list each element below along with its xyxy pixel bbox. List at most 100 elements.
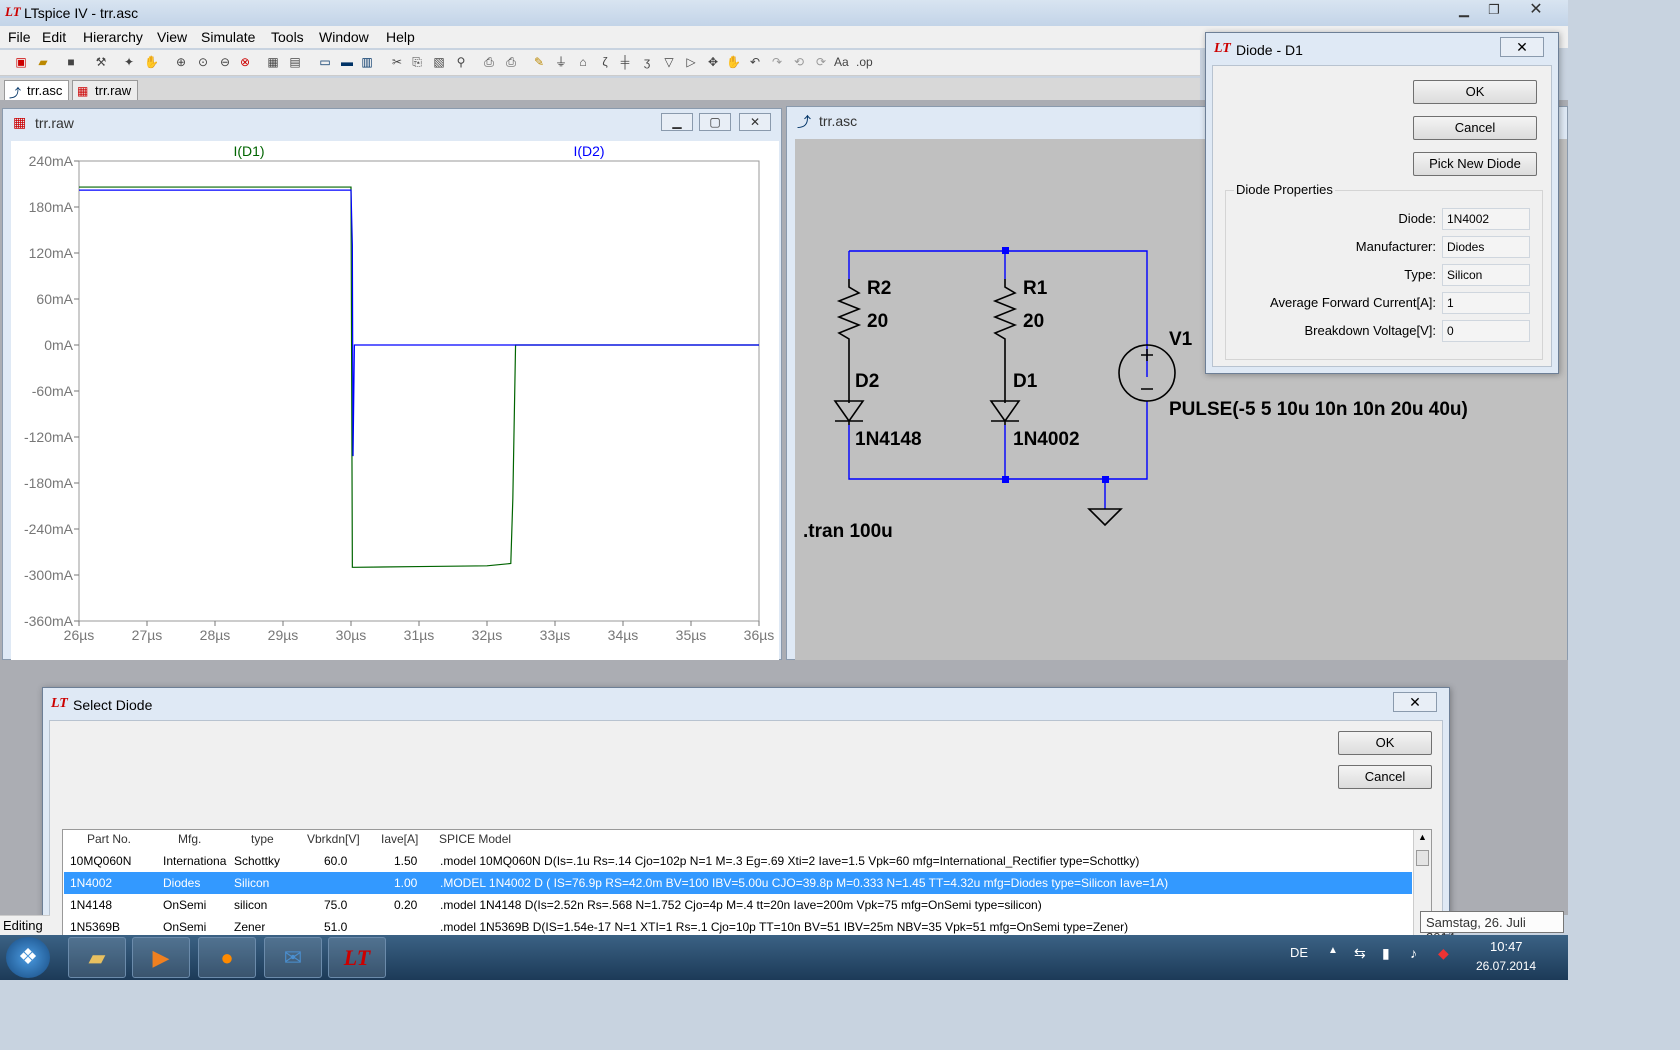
v1-label[interactable]: V1 [1169, 329, 1193, 350]
menu-view[interactable]: View [157, 29, 187, 45]
tran-directive[interactable]: .tran 100u [803, 521, 893, 542]
clock-date[interactable]: 26.07.2014 [1476, 959, 1536, 973]
v1-pulse[interactable]: PULSE(-5 5 10u 10n 10n 20u 40u) [1169, 399, 1468, 420]
col-part-no[interactable]: Part No. [87, 832, 131, 846]
ltspice-taskbar-icon[interactable]: LT [328, 937, 386, 978]
wire-top[interactable] [849, 250, 1148, 377]
close-button[interactable]: ✕ [1500, 37, 1544, 57]
tab-trr-raw[interactable]: ▦ trr.raw [72, 80, 139, 100]
restore-button[interactable]: ❐ [1480, 1, 1508, 19]
diode-d2[interactable] [833, 400, 865, 425]
mirror-icon[interactable]: ⟳ [814, 55, 828, 69]
type-field[interactable]: Silicon [1442, 264, 1530, 286]
undo-icon[interactable]: ↶ [748, 55, 762, 69]
ok-button[interactable]: OK [1413, 80, 1537, 104]
tile-horizontal-icon[interactable]: ▭ [318, 55, 332, 69]
language-indicator[interactable]: DE [1290, 945, 1308, 960]
trace-legend-label[interactable]: I(D1) [233, 143, 264, 159]
scroll-thumb[interactable] [1416, 850, 1429, 866]
scroll-up-icon[interactable]: ▲ [1418, 832, 1427, 842]
label-net-icon[interactable]: ⌂ [576, 55, 590, 69]
r1-value[interactable]: 20 [1023, 311, 1044, 332]
resistor-r1[interactable] [992, 279, 1018, 401]
move-icon[interactable]: ✥ [706, 55, 720, 69]
rotate-icon[interactable]: ⟲ [792, 55, 806, 69]
tab-trr-asc[interactable]: ⤴ trr.asc [4, 80, 70, 100]
antivirus-icon[interactable]: ◆ [1438, 945, 1449, 962]
diode-field[interactable]: 1N4002 [1442, 208, 1530, 230]
thunderbird-taskbar-icon[interactable]: ✉ [264, 937, 322, 978]
list-item[interactable]: 1N4148 OnSemi silicon 75.0 0.20 .model 1N4148… [64, 894, 1412, 916]
col-mfg[interactable]: Mfg. [178, 832, 201, 846]
ok-button[interactable]: OK [1338, 731, 1432, 755]
col-vbrkdn[interactable]: Vbrkdn[V] [307, 832, 360, 846]
d2-model[interactable]: 1N4148 [855, 429, 922, 450]
avg-current-field[interactable]: 1 [1442, 292, 1530, 314]
print-setup-icon[interactable]: ⎙ [482, 55, 496, 69]
tile-vertical-icon[interactable]: ▥ [360, 55, 374, 69]
list-item[interactable]: 10MQ060N Internationa Schottky 60.0 1.50 .mod… [64, 850, 1412, 872]
zoom-in-icon[interactable]: ⊕ [174, 55, 188, 69]
col-spice-model[interactable]: SPICE Model [439, 832, 511, 846]
halt-icon[interactable]: ✋ [144, 55, 159, 69]
volume-icon[interactable]: ♪ [1410, 945, 1417, 961]
maximize-button[interactable]: ▢ [699, 113, 731, 131]
ground-icon[interactable]: ⏚ [554, 55, 568, 69]
waveform-chart[interactable]: 240mA 180mA 120mA 60mA 0mA -60mA -120mA -180mA -… [11, 141, 779, 661]
capacitor-icon[interactable]: ╪ [618, 55, 632, 69]
ground-symbol[interactable] [1087, 508, 1123, 527]
network-icon[interactable]: ⇆ [1354, 945, 1366, 962]
copy-icon[interactable]: ⎘ [410, 55, 424, 69]
col-type[interactable]: type [251, 832, 274, 846]
save-icon[interactable]: ■ [64, 55, 78, 69]
open-icon[interactable]: ▰ [36, 55, 50, 69]
cut-icon[interactable]: ✂ [390, 55, 404, 69]
wire-icon[interactable]: ✎ [532, 55, 546, 69]
r1-label[interactable]: R1 [1023, 278, 1048, 299]
list-item[interactable]: 1N4002 Diodes Silicon 1.00 .MODEL 1N4002 D (… [64, 872, 1412, 894]
control-panel-icon[interactable]: ⚒ [94, 55, 108, 69]
minimize-button[interactable]: ▁ [661, 113, 693, 131]
diode-d1[interactable] [989, 400, 1021, 425]
autorange-icon[interactable]: ▦ [266, 55, 280, 69]
col-iave[interactable]: Iave[A] [381, 832, 418, 846]
grid-icon[interactable]: ▤ [288, 55, 302, 69]
media-player-taskbar-icon[interactable]: ▶ [132, 937, 190, 978]
menu-file[interactable]: File [8, 29, 31, 45]
plot-pane[interactable]: 240mA 180mA 120mA 60mA 0mA -60mA -120mA -180mA -… [11, 141, 779, 661]
pick-new-diode-button[interactable]: Pick New Diode [1413, 152, 1537, 176]
text-icon[interactable]: Aa [834, 55, 849, 69]
close-button[interactable]: ✕ [1393, 692, 1437, 712]
start-button[interactable]: ❖ [6, 937, 50, 978]
cancel-button[interactable]: Cancel [1338, 765, 1432, 789]
menu-help[interactable]: Help [386, 29, 415, 45]
menu-edit[interactable]: Edit [42, 29, 66, 45]
close-button[interactable]: ✕ [739, 113, 771, 131]
menu-simulate[interactable]: Simulate [201, 29, 255, 45]
d1-model[interactable]: 1N4002 [1013, 429, 1080, 450]
diode-icon[interactable]: ▽ [662, 55, 676, 69]
menu-tools[interactable]: Tools [271, 29, 304, 45]
new-schematic-icon[interactable]: ▣ [14, 55, 28, 69]
trace-legend-label[interactable]: I(D2) [573, 143, 604, 159]
spice-directive-icon[interactable]: .op [856, 55, 873, 69]
print-icon[interactable]: ⎙ [504, 55, 518, 69]
r2-value[interactable]: 20 [867, 311, 888, 332]
breakdown-field[interactable]: 0 [1442, 320, 1530, 342]
resistor-icon[interactable]: ζ [598, 55, 612, 69]
paste-icon[interactable]: ▧ [432, 55, 446, 69]
redo-icon[interactable]: ↷ [770, 55, 784, 69]
zoom-cancel-icon[interactable]: ⊗ [238, 55, 252, 69]
menu-window[interactable]: Window [319, 29, 369, 45]
zoom-out-icon[interactable]: ⊖ [218, 55, 232, 69]
manufacturer-field[interactable]: Diodes [1442, 236, 1530, 258]
d1-label[interactable]: D1 [1013, 371, 1038, 392]
pan-icon[interactable]: ⊙ [196, 55, 210, 69]
firefox-taskbar-icon[interactable]: ● [198, 937, 256, 978]
r2-label[interactable]: R2 [867, 278, 891, 299]
minimize-button[interactable]: ▁ [1450, 1, 1478, 19]
close-button[interactable]: ✕ [1522, 1, 1550, 19]
clock-time[interactable]: 10:47 [1490, 939, 1523, 954]
drag-icon[interactable]: ✋ [726, 55, 741, 69]
component-icon[interactable]: ▷ [684, 55, 698, 69]
